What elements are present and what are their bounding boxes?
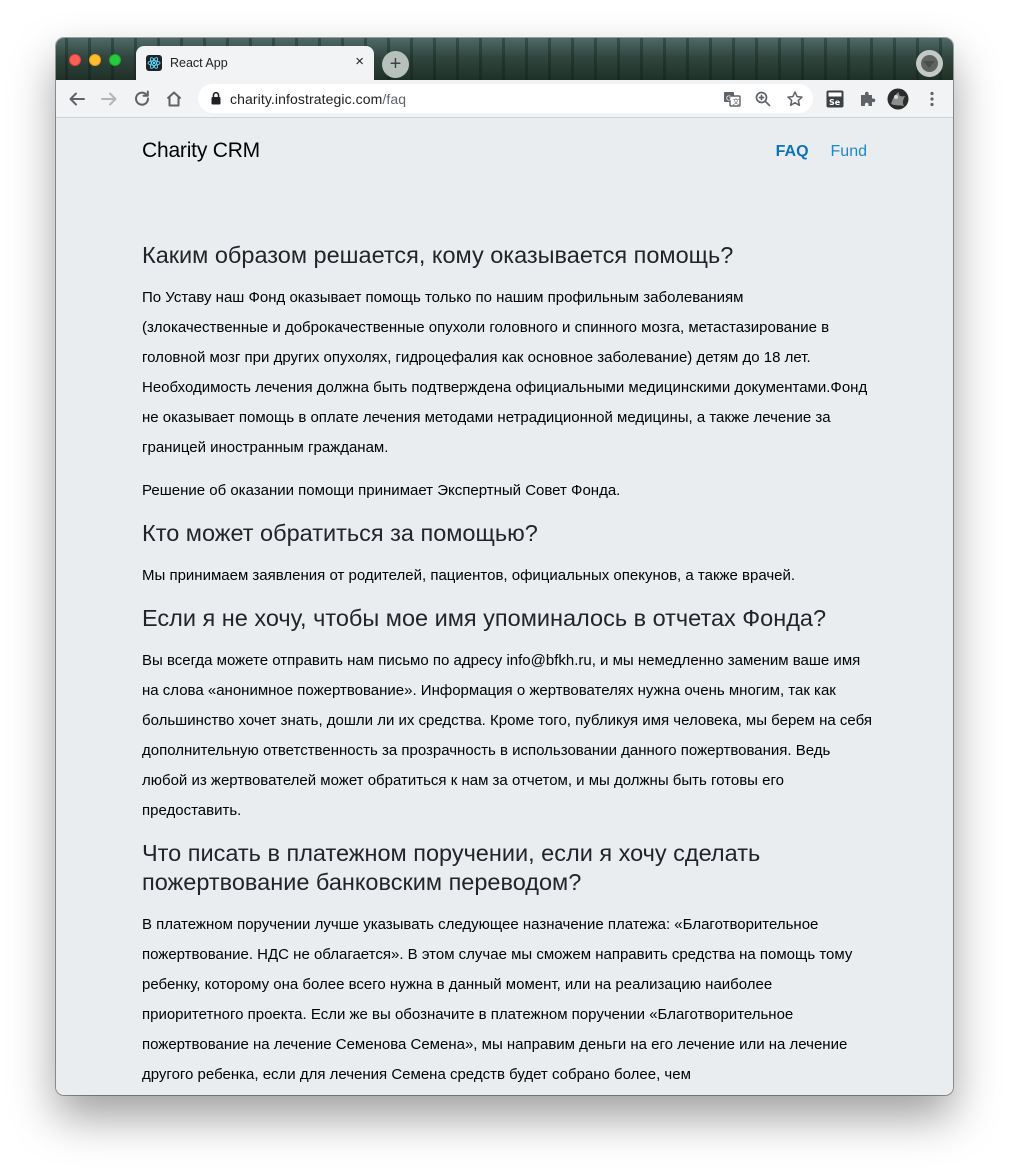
top-nav: FAQ Fund (776, 143, 867, 161)
faq-item: Каким образом решается, кому оказывается… (142, 241, 872, 506)
address-bar[interactable]: charity.infostrategic.com/faq G 文 (198, 84, 813, 113)
browser-toolbar: charity.infostrategic.com/faq G 文 Se (56, 80, 953, 118)
tab-title: React App (170, 56, 228, 70)
new-tab-button[interactable]: + (382, 51, 409, 78)
bookmark-star-icon[interactable] (785, 89, 805, 109)
url-text[interactable]: charity.infostrategic.com/faq (230, 91, 406, 107)
faq-question: Если я не хочу, чтобы мое имя упоминалос… (142, 605, 827, 631)
profile-avatar[interactable] (887, 88, 909, 110)
faq-item: Если я не хочу, чтобы мое имя упоминалос… (142, 604, 872, 826)
faq-answer: Вы всегда можете отправить нам письмо по… (142, 652, 872, 819)
zoom-window-button[interactable] (109, 54, 121, 66)
faq-item: Кто может обратиться за помощью? Мы прин… (142, 519, 872, 591)
page-viewport: Charity CRM FAQ Fund Каким образом решае… (56, 118, 953, 1095)
minimize-window-button[interactable] (89, 54, 101, 66)
more-menu-icon[interactable] (922, 89, 942, 109)
selenium-extension-icon[interactable]: Se (825, 89, 845, 109)
window-controls (69, 54, 121, 66)
close-window-button[interactable] (69, 54, 81, 66)
svg-text:Se: Se (829, 98, 841, 107)
brand-title[interactable]: Charity CRM (142, 139, 260, 163)
faq-item: Что писать в платежном поручении, если я… (142, 839, 872, 1090)
extensions-puzzle-icon[interactable] (857, 89, 877, 109)
tab-strip: React App × + (56, 38, 953, 80)
faq-question: Кто может обратиться за помощью? (142, 520, 538, 546)
faq-answer: В платежном поручении лучше указывать сл… (142, 916, 853, 1083)
home-icon[interactable] (161, 86, 187, 112)
reload-icon[interactable] (129, 86, 155, 112)
nav-link-faq[interactable]: FAQ (776, 143, 809, 161)
react-logo-icon (146, 55, 162, 71)
faq-question: Что писать в платежном поручении, если я… (142, 840, 761, 895)
lock-icon[interactable] (210, 91, 222, 106)
browser-tab[interactable]: React App × (136, 46, 374, 80)
forward-arrow-icon[interactable] (96, 86, 122, 112)
zoom-icon[interactable] (753, 89, 773, 109)
faq-answer: По Уставу наш Фонд оказывает помощь толь… (142, 289, 868, 456)
faq-list: Каким образом решается, кому оказывается… (142, 241, 872, 1095)
svg-text:G: G (726, 95, 731, 103)
tab-search-button[interactable] (916, 50, 943, 77)
faq-question: Каким образом решается, кому оказывается… (142, 242, 734, 268)
browser-window: React App × + charity.infostrategic.com/… (56, 38, 953, 1095)
svg-text:文: 文 (733, 97, 740, 106)
back-arrow-icon[interactable] (64, 86, 90, 112)
translate-icon[interactable]: G 文 (722, 89, 742, 109)
nav-link-fund[interactable]: Fund (831, 143, 867, 161)
faq-answer: Мы принимаем заявления от родителей, пац… (142, 567, 796, 584)
tab-close-icon[interactable]: × (355, 53, 364, 70)
faq-answer: Решение об оказании помощи принимает Экс… (142, 482, 621, 499)
